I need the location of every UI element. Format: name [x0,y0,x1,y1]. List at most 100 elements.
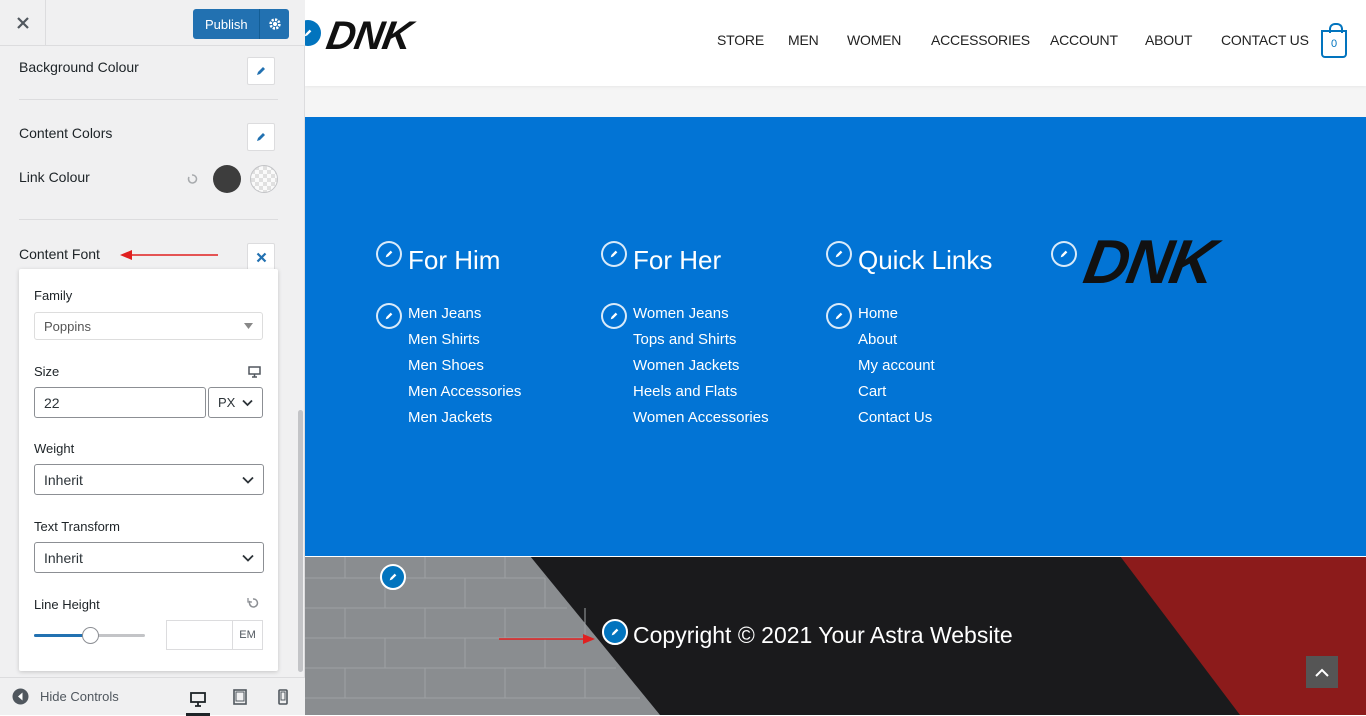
font-size-unit: PX [218,395,236,410]
text-transform-select[interactable]: Inherit [34,542,264,573]
footer-link[interactable]: Women Jackets [633,357,739,374]
footer-link[interactable]: Tops and Shirts [633,331,736,348]
sidebar-scrollbar[interactable] [298,410,303,672]
reset-line-height-button[interactable] [247,597,259,609]
divider [19,99,278,100]
footer-link[interactable]: Women Jeans [633,305,729,322]
font-family-value: Poppins [44,318,91,334]
cart-count: 0 [1330,38,1338,50]
preview-mobile-button[interactable] [271,686,295,708]
text-transform-label: Text Transform [34,519,120,534]
red-arrow-annotation [499,634,595,644]
edit-menu-shortcut[interactable] [826,303,852,329]
edit-widget-shortcut[interactable] [601,241,627,267]
footer-link[interactable]: Women Accessories [633,409,769,426]
footer-link[interactable]: My account [858,357,935,374]
edit-widget-shortcut[interactable] [1051,241,1077,267]
font-size-unit-select[interactable]: PX [208,387,263,418]
footer-link[interactable]: Contact Us [858,409,932,426]
footer-logo: DNK [1078,228,1220,297]
preview-tablet-button[interactable] [228,686,252,708]
chevron-down-icon [242,399,253,406]
copyright-text: Copyright © 2021 Your Astra Website [633,622,1013,648]
link-colour-swatch[interactable] [213,165,241,193]
nav-store[interactable]: STORE [717,32,764,48]
line-height-label: Line Height [34,597,100,612]
font-size-input[interactable]: 22 [34,387,206,418]
site-logo[interactable]: DNK [323,14,414,59]
hide-controls-button[interactable]: Hide Controls [12,688,119,705]
nav-women[interactable]: WOMEN [847,32,901,48]
footer-link[interactable]: Home [858,305,898,322]
site-header: DNK STORE MEN WOMEN ACCESSORIES ACCOUNT … [305,0,1366,86]
line-height-slider[interactable] [34,627,145,644]
font-family-select[interactable]: Poppins [34,312,263,340]
pencil-icon [610,250,618,258]
pencil-icon [610,312,618,320]
edit-menu-shortcut[interactable] [376,303,402,329]
nav-about[interactable]: ABOUT [1145,32,1192,48]
close-icon [256,252,266,262]
line-height-slider-handle[interactable] [81,627,99,644]
cart-icon[interactable]: 0 [1321,23,1347,58]
edit-copyright-shortcut[interactable] [602,619,628,645]
footer-link[interactable]: Heels and Flats [633,383,737,400]
scroll-to-top-button[interactable] [1306,656,1338,688]
pencil-icon [835,250,843,258]
publish-button[interactable]: Publish [193,9,289,39]
content-font-close-button[interactable] [247,243,275,271]
footer-link[interactable]: Men Accessories [408,383,521,400]
nav-accessories[interactable]: ACCESSORIES [931,32,1030,48]
pencil-icon [385,312,393,320]
chevron-down-icon [242,476,254,484]
text-transform-value: Inherit [44,549,83,566]
line-height-input[interactable] [166,620,233,650]
nav-contact-us[interactable]: CONTACT US [1221,32,1309,48]
tablet-icon [233,689,247,705]
footer-link[interactable]: Men Jeans [408,305,481,322]
reset-icon [247,598,259,608]
footer-link[interactable]: Cart [858,383,886,400]
close-icon [16,17,29,29]
desktop-responsive-icon[interactable] [248,366,261,378]
background-colour-edit-button[interactable] [247,57,275,85]
font-weight-value: Inherit [44,471,83,488]
background-colour-label: Background Colour [19,59,139,75]
edit-logo-shortcut[interactable] [305,20,321,46]
publish-settings-button[interactable] [259,9,289,39]
desktop-icon [190,692,206,707]
footer-link[interactable]: About [858,331,897,348]
pencil-icon [611,628,619,636]
content-font-label: Content Font [19,246,100,262]
footer-col-title-for-her: For Her [633,245,722,275]
footer-link[interactable]: Men Shirts [408,331,480,348]
copyright-bar: Copyright © 2021 Your Astra Website [305,556,1366,715]
customizer-sidebar: Publish Background Colour Content Colors… [0,0,305,716]
footer-link[interactable]: Men Shoes [408,357,484,374]
edit-menu-shortcut[interactable] [601,303,627,329]
reset-link-colour-button[interactable] [186,173,198,185]
footer-link[interactable]: Men Jackets [408,409,492,426]
font-size-value: 22 [44,394,60,411]
preview-desktop-button[interactable] [186,686,210,716]
weight-label: Weight [34,441,75,456]
publish-label: Publish [205,16,248,32]
mobile-icon [278,689,288,705]
close-customizer-button[interactable] [0,0,46,46]
nav-men[interactable]: MEN [788,32,819,48]
pencil-icon [305,29,312,37]
hide-controls-label: Hide Controls [40,689,119,704]
link-colour-label: Link Colour [19,169,90,185]
edit-widget-shortcut[interactable] [826,241,852,267]
chevron-down-icon [242,554,254,562]
gear-icon [268,18,281,30]
edit-widget-shortcut[interactable] [376,241,402,267]
edit-copyright-section-shortcut[interactable] [380,564,406,590]
content-colors-edit-button[interactable] [247,123,275,151]
pencil-icon [835,312,843,320]
triangle-down-icon [244,323,253,329]
content-colors-label: Content Colors [19,125,113,141]
font-weight-select[interactable]: Inherit [34,464,264,495]
link-hover-colour-swatch[interactable] [250,165,278,193]
nav-account[interactable]: ACCOUNT [1050,32,1118,48]
